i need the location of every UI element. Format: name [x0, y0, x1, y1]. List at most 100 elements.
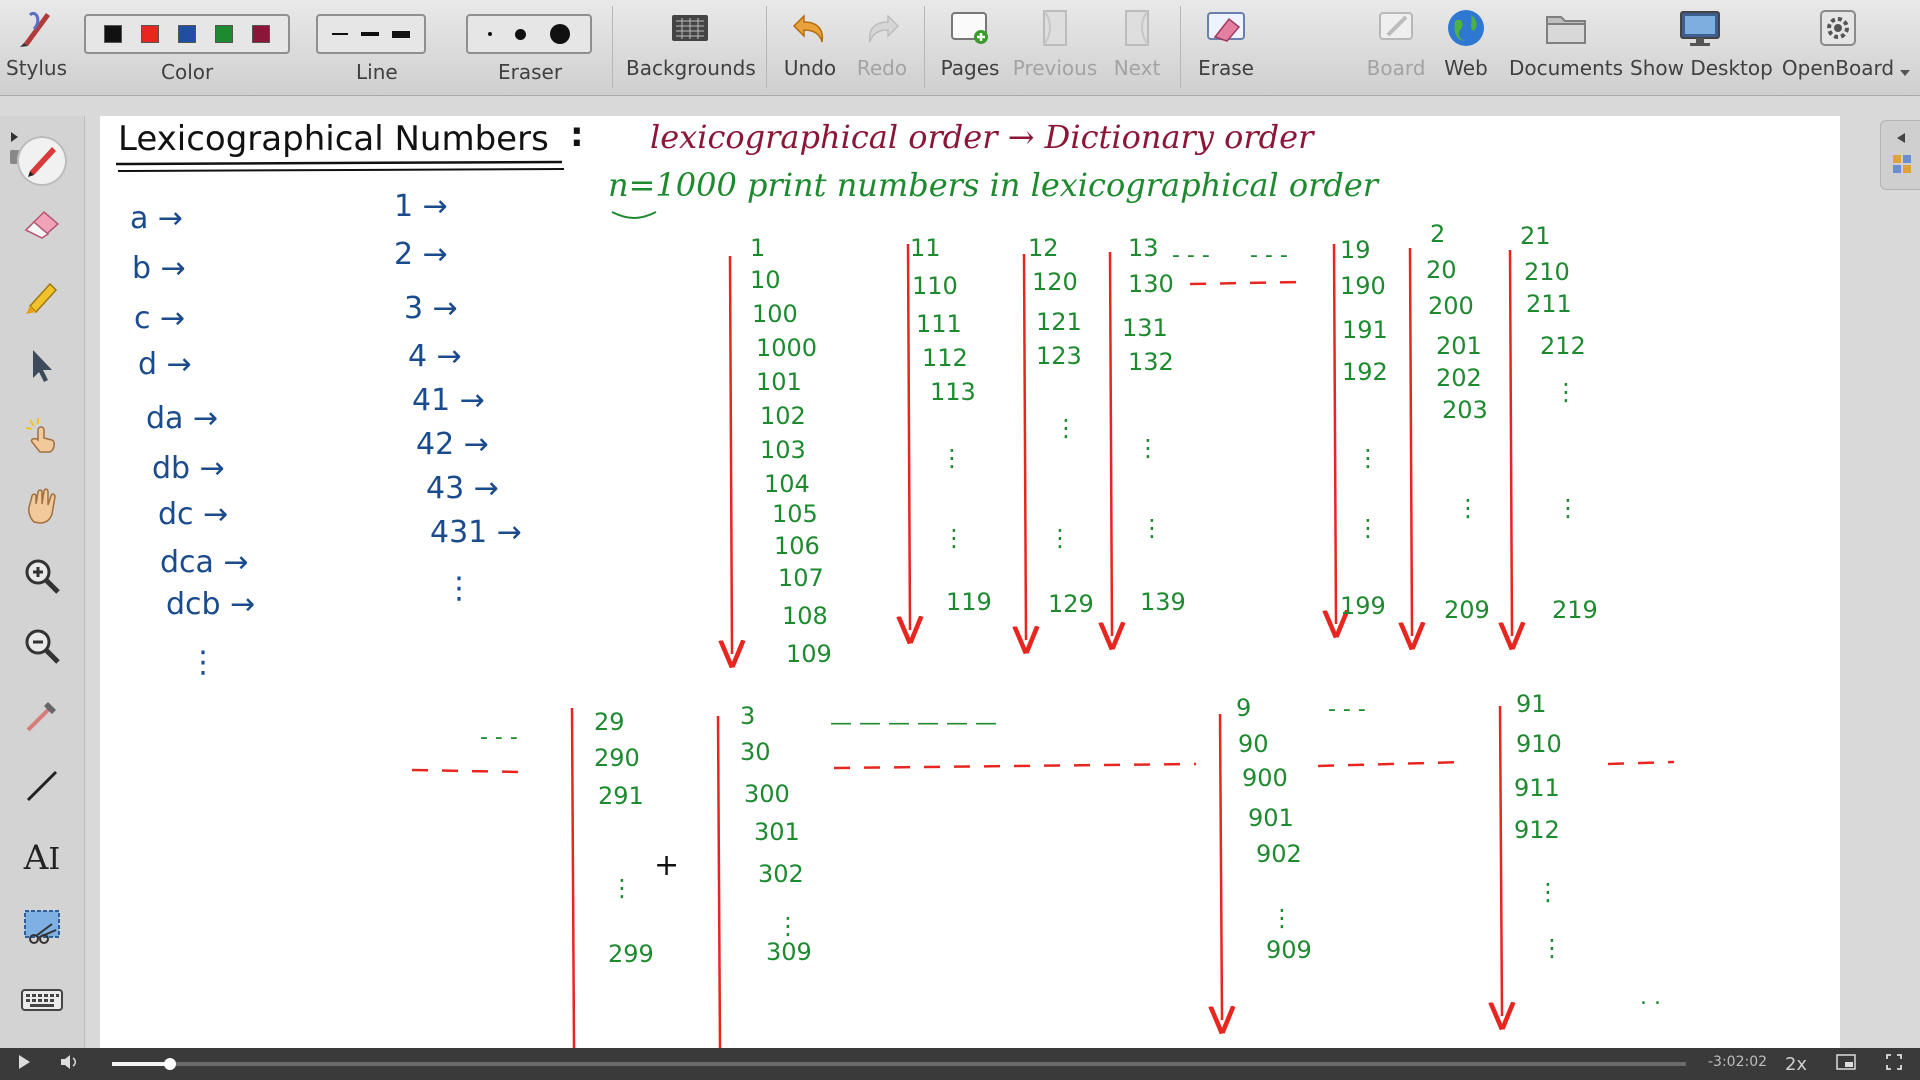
color-swatch-black[interactable]: [103, 25, 122, 43]
stylus-button[interactable]: Stylus: [6, 6, 67, 80]
seq-number: 910: [1516, 730, 1562, 758]
selector-tool-button[interactable]: [22, 348, 62, 388]
seq-number: 29: [594, 708, 625, 736]
dashed-line: [833, 762, 1197, 770]
number-item: 41 →: [412, 383, 485, 418]
backgrounds-button[interactable]: Backgrounds: [626, 6, 756, 80]
line-thin-button[interactable]: [332, 33, 349, 35]
redo-icon: [860, 6, 904, 50]
playback-speed-button[interactable]: 2x: [1776, 1048, 1816, 1080]
title-colon: :: [570, 116, 584, 155]
title-underline: [115, 160, 563, 166]
volume-icon: [60, 1054, 80, 1074]
eraser-small-button[interactable]: [487, 32, 492, 36]
seq-number: 9: [1236, 694, 1251, 722]
letters-list: a → b → c → d → da → db → dc → dca → dcb…: [130, 201, 255, 680]
documents-button[interactable]: Documents: [1508, 6, 1624, 80]
eraser-tool-button[interactable]: [22, 206, 62, 246]
pointer-tool-button[interactable]: [22, 698, 62, 738]
erase-button[interactable]: Erase: [1192, 6, 1260, 80]
numbers-list: 1 → 2 → 3 → 4 → 41 → 42 → 43 → 431 → ⋮: [394, 189, 522, 606]
zoom-in-tool-button[interactable]: [22, 558, 62, 598]
highlighter-tool-button[interactable]: [22, 278, 62, 318]
color-swatch-maroon[interactable]: [252, 25, 271, 43]
seek-handle[interactable]: [164, 1058, 177, 1070]
pointer-icon: [22, 696, 62, 740]
board-label: Board: [1366, 56, 1426, 80]
pages-button[interactable]: Pages: [936, 6, 1004, 80]
text-tool-button[interactable]: AI: [22, 838, 62, 878]
seq-number: 19: [1340, 236, 1371, 264]
seq-number: 139: [1140, 588, 1186, 616]
redo-button[interactable]: Redo: [850, 6, 914, 80]
monitor-icon: [1678, 6, 1722, 50]
next-page-icon: [1115, 6, 1159, 50]
show-desktop-button[interactable]: Show Desktop: [1630, 6, 1773, 80]
seq-number: ⋮: [1270, 904, 1294, 932]
pages-label: Pages: [940, 56, 1000, 80]
volume-button[interactable]: [56, 1048, 84, 1080]
arrows-top: [730, 243, 1512, 654]
play-button[interactable]: [12, 1048, 36, 1080]
number-item: 42 →: [416, 427, 489, 462]
seq-number: ⋮: [942, 524, 966, 552]
web-button[interactable]: Web: [1436, 6, 1496, 80]
toolbar-separator: [924, 6, 925, 88]
seq-number: 103: [760, 436, 806, 464]
miniplayer-button[interactable]: [1832, 1048, 1860, 1080]
openboard-menu-button[interactable]: OpenBoard: [1780, 6, 1896, 80]
erase-board-icon: [1204, 6, 1248, 50]
color-swatch-red[interactable]: [140, 25, 159, 43]
hand-icon: [22, 486, 62, 530]
line-medium-button[interactable]: [360, 32, 379, 36]
color-swatch-green[interactable]: [215, 25, 234, 43]
arrow-down: [716, 715, 722, 1048]
capture-tool-button[interactable]: [22, 908, 62, 948]
letter-item: c →: [134, 301, 185, 336]
seq-number: 300: [744, 780, 790, 808]
board-button[interactable]: Board: [1364, 6, 1428, 80]
web-label: Web: [1444, 56, 1488, 80]
previous-button[interactable]: Previous: [1010, 6, 1100, 80]
zoom-out-tool-button[interactable]: [22, 628, 62, 668]
dashed-line: [1607, 760, 1675, 766]
right-dock-handle[interactable]: [1880, 120, 1920, 190]
seq-number: ⋮: [776, 912, 800, 940]
seq-number: 132: [1128, 348, 1174, 376]
hand-tool-button[interactable]: [22, 488, 62, 528]
undo-button[interactable]: Undo: [778, 6, 842, 80]
seq-number: 12: [1028, 234, 1059, 262]
text-icon: AI: [23, 838, 61, 878]
seek-bar[interactable]: [112, 1058, 1686, 1070]
eraser-medium-button[interactable]: [515, 28, 527, 40]
color-swatch-blue[interactable]: [177, 25, 196, 43]
line-icon: [22, 766, 62, 810]
seq-number: 291: [598, 782, 644, 810]
pen-tool-button[interactable]: [17, 136, 67, 186]
tool-dock: AI: [0, 116, 85, 1048]
line-thick-button[interactable]: [391, 30, 410, 38]
keyboard-tool-button[interactable]: [20, 982, 64, 1022]
keyboard-icon: [20, 986, 64, 1018]
whiteboard-canvas[interactable]: Lexicographical Numbers : lexicographica…: [100, 116, 1840, 1048]
chevron-down-icon[interactable]: [1900, 70, 1910, 76]
seq-number: 109: [786, 640, 832, 668]
brace-mark: [611, 211, 657, 219]
heading-line-1: lexicographical order → Dictionary order: [650, 118, 1315, 156]
add-page-icon: [948, 6, 992, 50]
seq-number: 11: [910, 234, 941, 262]
fullscreen-button[interactable]: [1880, 1048, 1908, 1080]
seq-number: 202: [1436, 364, 1482, 392]
eraser-large-button[interactable]: [550, 24, 571, 44]
seq-number: 21: [1520, 222, 1551, 250]
previous-label: Previous: [1012, 56, 1098, 80]
laser-pointer-tool-button[interactable]: [22, 418, 62, 458]
line-tool-button[interactable]: [22, 768, 62, 808]
seq-number: ⋮: [1456, 494, 1480, 522]
seq-number: ⋮: [1356, 444, 1380, 472]
next-button[interactable]: Next: [1106, 6, 1168, 80]
letter-item: dc →: [158, 497, 228, 532]
seq-number: ⋮: [1356, 514, 1380, 542]
seq-number: 100: [752, 300, 798, 328]
letter-item: b →: [132, 251, 186, 286]
